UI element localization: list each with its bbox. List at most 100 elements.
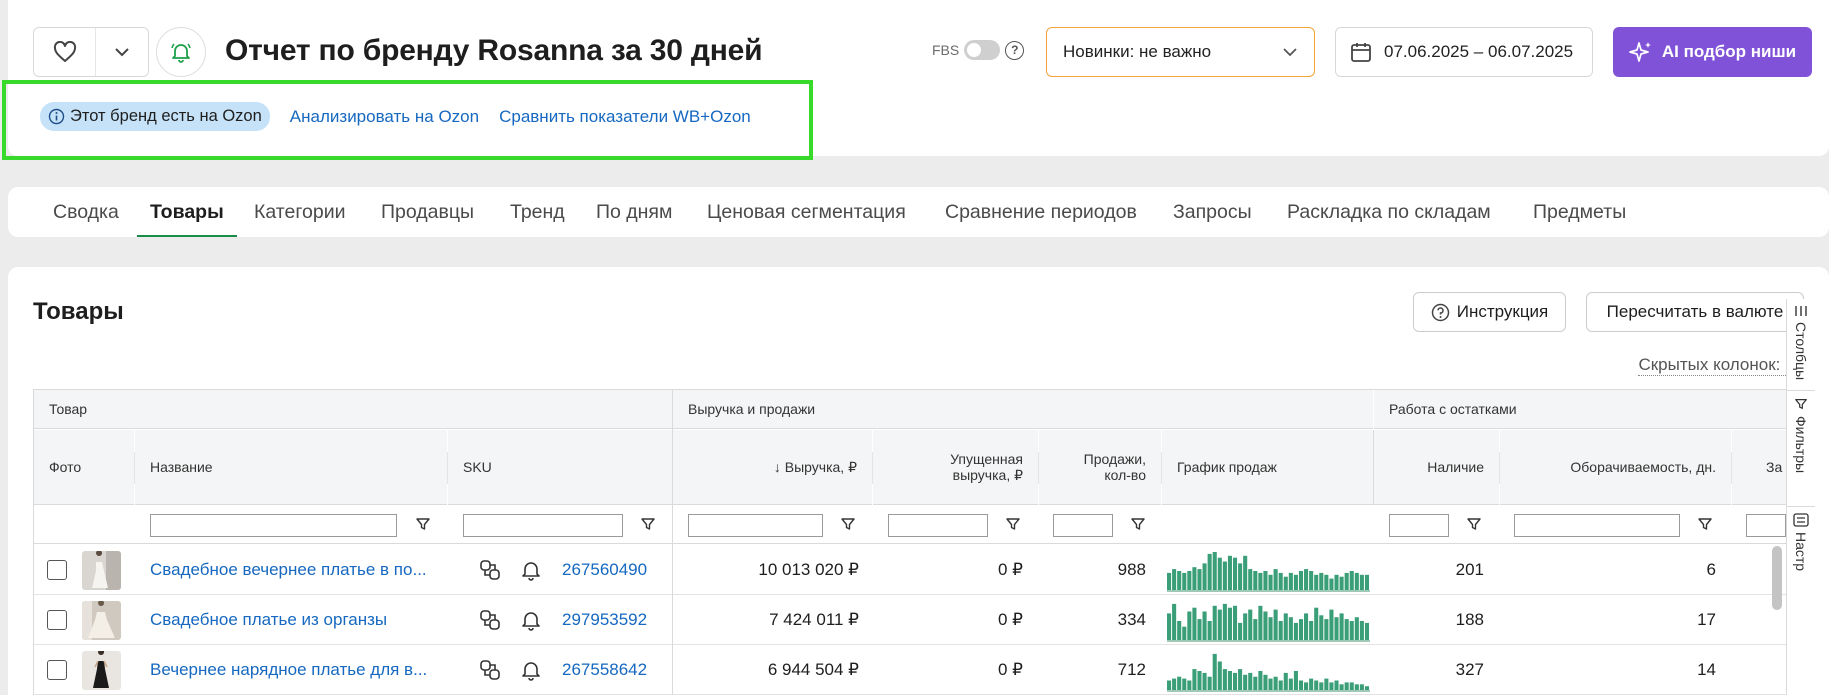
filter-icon[interactable] bbox=[415, 516, 431, 532]
col-header-sales-chart-label: График продаж bbox=[1177, 459, 1277, 475]
tab-categories[interactable]: Категории bbox=[254, 187, 346, 237]
table-row[interactable]: Вечернее нарядное платье для в... 267558… bbox=[34, 645, 1813, 695]
tab-bar: Сводка Товары Категории Продавцы Тренд П… bbox=[8, 187, 1829, 237]
instruction-button[interactable]: Инструкция bbox=[1413, 292, 1566, 332]
filter-cut-input[interactable] bbox=[1746, 514, 1786, 537]
tab-sellers[interactable]: Продавцы bbox=[381, 187, 474, 237]
group-header-product: Товар bbox=[34, 390, 672, 429]
help-icon[interactable]: ? bbox=[1005, 40, 1025, 60]
filter-sales-input[interactable] bbox=[1053, 514, 1113, 537]
sparkline-bar bbox=[1268, 617, 1273, 640]
side-tab-columns[interactable]: Столбцы bbox=[1787, 299, 1815, 391]
sparkline-bar bbox=[1243, 613, 1248, 640]
sparkline-bar bbox=[1298, 680, 1304, 690]
filter-lost-revenue-input[interactable] bbox=[888, 514, 988, 537]
filter-icon[interactable] bbox=[1005, 516, 1021, 532]
sparkline-bar bbox=[1177, 571, 1182, 590]
subscribe-button[interactable] bbox=[156, 27, 206, 77]
table-row[interactable]: Свадебное платье из органзы 297953592 7 … bbox=[34, 595, 1813, 645]
tab-queries[interactable]: Запросы bbox=[1173, 187, 1252, 237]
ai-niche-button[interactable]: AI подбор ниши bbox=[1613, 27, 1812, 77]
sparkline-bar bbox=[1238, 669, 1243, 690]
tab-price-segmentation[interactable]: Ценовая сегментация bbox=[707, 187, 906, 237]
column-divider bbox=[1373, 430, 1374, 505]
tab-warehouse-layout[interactable]: Раскладка по складам bbox=[1287, 187, 1491, 237]
fbs-toggle[interactable] bbox=[964, 40, 1001, 60]
product-name-link[interactable]: Свадебное вечернее платье в по... bbox=[150, 560, 427, 580]
sku-link[interactable]: 267558642 bbox=[562, 660, 647, 680]
tab-by-days[interactable]: По дням bbox=[596, 187, 672, 237]
sparkline-bar bbox=[1187, 571, 1192, 590]
hidden-columns-link[interactable]: Скрытых колонок: 70 bbox=[1638, 355, 1804, 376]
filter-icon[interactable] bbox=[640, 516, 656, 532]
sku-link[interactable]: 267560490 bbox=[562, 560, 647, 580]
bell-icon[interactable] bbox=[520, 659, 542, 681]
sparkline-bar bbox=[1329, 609, 1334, 640]
tab-summary[interactable]: Сводка bbox=[53, 187, 119, 237]
product-photo[interactable] bbox=[82, 550, 121, 590]
sales-sparkline bbox=[1167, 653, 1370, 692]
compare-icon[interactable] bbox=[478, 658, 502, 682]
bell-icon[interactable] bbox=[520, 609, 542, 631]
sparkline-bar bbox=[1273, 676, 1278, 690]
tab-period-comparison[interactable]: Сравнение периодов bbox=[945, 187, 1137, 237]
filter-revenue-input[interactable] bbox=[688, 514, 823, 537]
filter-sku-input[interactable] bbox=[463, 514, 623, 537]
sales-sparkline bbox=[1167, 552, 1370, 592]
sparkline-bar bbox=[1243, 555, 1248, 590]
sparkline-bar bbox=[1197, 671, 1202, 690]
product-photo[interactable] bbox=[82, 600, 121, 640]
sparkline-bar bbox=[1207, 553, 1212, 590]
sparkline-bar bbox=[1314, 574, 1319, 590]
date-range-picker[interactable]: 07.06.2025 – 06.07.2025 bbox=[1335, 27, 1593, 77]
col-header-lost-revenue[interactable]: Упущенная выручка, ₽ bbox=[873, 430, 1038, 505]
favorite-dropdown-button[interactable] bbox=[96, 28, 148, 76]
row-checkbox[interactable] bbox=[47, 660, 67, 680]
col-header-sales[interactable]: Продажи, кол-во bbox=[1039, 430, 1161, 505]
turnover-cell: 17 bbox=[1697, 610, 1716, 629]
col-header-name[interactable]: Название bbox=[135, 430, 447, 505]
col-header-revenue[interactable]: ↓ Выручка, ₽ bbox=[673, 430, 872, 505]
filter-icon[interactable] bbox=[1697, 516, 1713, 532]
filter-stock-input[interactable] bbox=[1389, 514, 1449, 537]
sparkline-bar bbox=[1212, 552, 1217, 590]
filter-name-input[interactable] bbox=[150, 514, 397, 537]
sku-link[interactable]: 297953592 bbox=[562, 610, 647, 630]
sparkline-bar bbox=[1293, 622, 1298, 640]
product-photo[interactable] bbox=[82, 650, 121, 690]
sales-chart-cell bbox=[1167, 645, 1370, 695]
tab-products[interactable]: Товары bbox=[137, 187, 237, 237]
novelty-select[interactable]: Новинки: не важно bbox=[1046, 27, 1315, 77]
row-checkbox[interactable] bbox=[47, 560, 67, 580]
table-row[interactable]: Свадебное вечернее платье в по... 267560… bbox=[34, 545, 1813, 595]
sparkline-bar bbox=[1202, 611, 1207, 640]
side-tab-filters[interactable]: Фильтры bbox=[1787, 391, 1815, 507]
filter-icon[interactable] bbox=[1466, 516, 1482, 532]
filter-icon[interactable] bbox=[840, 516, 856, 532]
favorite-button[interactable] bbox=[34, 28, 96, 76]
col-header-sku[interactable]: SKU bbox=[448, 430, 672, 505]
sparkline-bar bbox=[1207, 621, 1212, 640]
row-checkbox[interactable] bbox=[47, 610, 67, 630]
group-header-stock: Работа с остатками bbox=[1374, 390, 1813, 429]
side-tab-settings[interactable]: Настр bbox=[1787, 507, 1815, 627]
sales-cell: 988 bbox=[1117, 560, 1146, 579]
filter-turnover-input[interactable] bbox=[1514, 514, 1680, 537]
sparkline-bar bbox=[1349, 571, 1354, 590]
sparkline-bar bbox=[1309, 621, 1314, 640]
col-header-stock[interactable]: Наличие bbox=[1374, 430, 1499, 505]
calendar-icon bbox=[1351, 43, 1371, 62]
grid-scrollbar[interactable] bbox=[1772, 546, 1782, 610]
compare-icon[interactable] bbox=[478, 558, 502, 582]
filter-icon[interactable] bbox=[1130, 516, 1146, 532]
product-name-link[interactable]: Вечернее нарядное платье для в... bbox=[150, 660, 427, 680]
tab-trend[interactable]: Тренд bbox=[510, 187, 565, 237]
bell-icon[interactable] bbox=[520, 559, 542, 581]
compare-icon[interactable] bbox=[478, 608, 502, 632]
product-name-link[interactable]: Свадебное платье из органзы bbox=[150, 610, 387, 630]
recalc-currency-button[interactable]: Пересчитать в валюте bbox=[1586, 292, 1804, 332]
page-title: Отчет по бренду Rosanna за 30 дней bbox=[225, 34, 763, 67]
col-header-turnover[interactable]: Оборачиваемость, дн. bbox=[1500, 430, 1731, 505]
tab-subjects[interactable]: Предметы bbox=[1533, 187, 1626, 237]
sparkline-bar bbox=[1197, 569, 1202, 590]
